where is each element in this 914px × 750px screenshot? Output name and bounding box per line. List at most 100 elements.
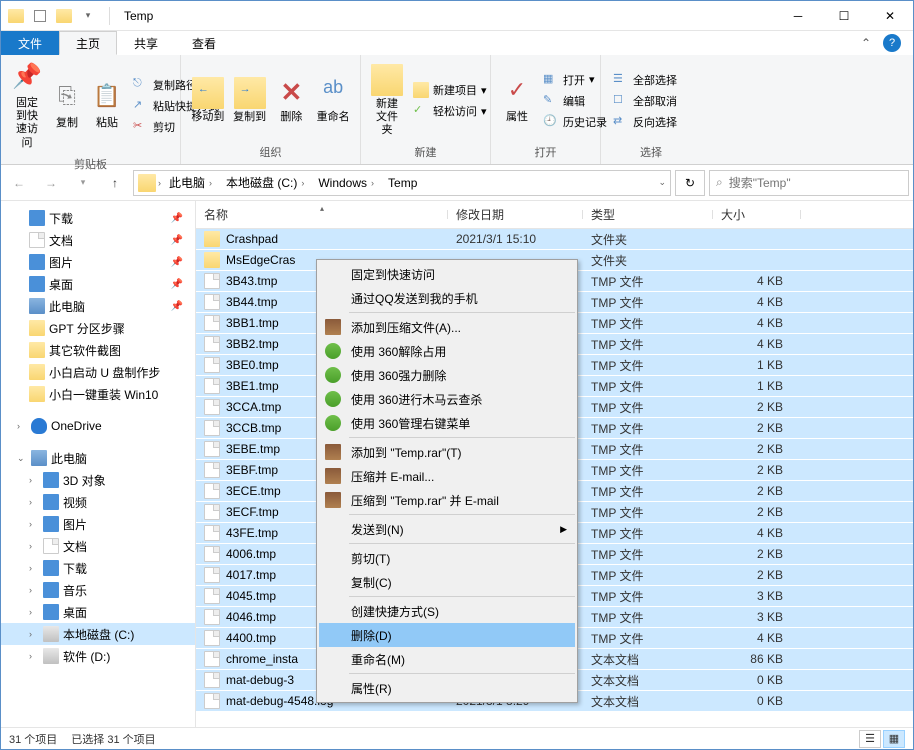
sidebar-item[interactable]: ›图片 — [1, 513, 195, 535]
sidebar-item-thispc[interactable]: ⌄此电脑 — [1, 447, 195, 469]
delete-button[interactable]: ✕删除 — [273, 59, 311, 142]
breadcrumb-dropdown-icon[interactable]: ⌄ — [658, 177, 666, 188]
tab-home[interactable]: 主页 — [59, 31, 117, 55]
file-size: 2 KB — [713, 421, 801, 435]
context-menu-item[interactable]: 添加到压缩文件(A)... — [319, 315, 575, 339]
thumbnails-view-button[interactable]: ▦ — [883, 730, 905, 748]
search-box[interactable]: ⌕ — [709, 170, 909, 196]
refresh-button[interactable]: ↻ — [675, 170, 705, 196]
col-type[interactable]: 类型 — [583, 206, 713, 223]
nav-back-button[interactable]: ← — [5, 169, 33, 197]
copy-button[interactable]: ⎘复制 — [49, 59, 85, 154]
chevron-right-icon[interactable]: › — [29, 475, 39, 485]
context-menu-item[interactable]: 剪切(T) — [319, 546, 575, 570]
sidebar-item[interactable]: 此电脑📌 — [1, 295, 195, 317]
maximize-button[interactable]: ☐ — [821, 1, 867, 31]
context-menu-item[interactable]: 创建快捷方式(S) — [319, 599, 575, 623]
qat-properties-icon[interactable] — [29, 5, 51, 27]
file-type: 文本文档 — [583, 693, 713, 710]
chevron-right-icon[interactable]: › — [29, 519, 39, 529]
rename-button[interactable]: ab重命名 — [314, 59, 352, 142]
context-menu-item[interactable]: 使用 360管理右键菜单 — [319, 411, 575, 435]
select-all-button[interactable]: ☰全部选择 — [609, 70, 681, 90]
context-menu-item[interactable]: 发送到(N) ▶ — [319, 517, 575, 541]
copy-to-button[interactable]: →复制到 — [231, 59, 269, 142]
tab-view[interactable]: 查看 — [175, 31, 233, 55]
close-button[interactable]: ✕ — [867, 1, 913, 31]
chevron-right-icon[interactable]: › — [17, 421, 27, 431]
tab-share[interactable]: 共享 — [117, 31, 175, 55]
chevron-right-icon[interactable]: › — [158, 178, 161, 188]
context-menu-item[interactable]: 删除(D) — [319, 623, 575, 647]
context-menu-item[interactable]: 添加到 "Temp.rar"(T) — [319, 440, 575, 464]
context-menu-item[interactable]: 压缩并 E-mail... — [319, 464, 575, 488]
context-menu-item[interactable]: 固定到快速访问 — [319, 262, 575, 286]
nav-forward-button[interactable]: → — [37, 169, 65, 197]
nav-recent-dropdown[interactable]: ▾ — [69, 169, 97, 197]
sidebar-item[interactable]: 下载📌 — [1, 207, 195, 229]
sidebar-item[interactable]: 小白一键重装 Win10 — [1, 383, 195, 405]
sidebar-item[interactable]: ›视频 — [1, 491, 195, 513]
details-view-button[interactable]: ☰ — [859, 730, 881, 748]
context-menu-item[interactable]: 复制(C) — [319, 570, 575, 594]
chevron-right-icon[interactable]: › — [29, 651, 39, 661]
sidebar-item[interactable]: 其它软件截图 — [1, 339, 195, 361]
col-name[interactable]: 名称▴ — [196, 206, 448, 223]
qat-newfolder-icon[interactable] — [53, 5, 75, 27]
sidebar-item[interactable]: ›桌面 — [1, 601, 195, 623]
sidebar-item[interactable]: 图片📌 — [1, 251, 195, 273]
sidebar-item[interactable]: 文档📌 — [1, 229, 195, 251]
sidebar-item[interactable]: ›本地磁盘 (C:) — [1, 623, 195, 645]
properties-button[interactable]: ✓属性 — [499, 59, 535, 142]
breadcrumb-seg[interactable]: 本地磁盘 (C:)› — [220, 174, 310, 191]
tab-file[interactable]: 文件 — [1, 31, 59, 55]
context-menu-item[interactable]: 使用 360进行木马云查杀 — [319, 387, 575, 411]
sidebar-item[interactable]: ›下载 — [1, 557, 195, 579]
context-menu-item[interactable]: 使用 360解除占用 — [319, 339, 575, 363]
nav-up-button[interactable]: ↑ — [101, 169, 129, 197]
breadcrumb-seg[interactable]: 此电脑› — [163, 174, 218, 191]
sidebar-item[interactable]: ›音乐 — [1, 579, 195, 601]
sidebar-item[interactable]: ›文档 — [1, 535, 195, 557]
sidebar-item[interactable]: ›软件 (D:) — [1, 645, 195, 667]
tree-icon — [29, 298, 45, 314]
easy-access-button[interactable]: ✓轻松访问 ▾ — [409, 101, 491, 121]
sidebar-item[interactable]: 小白启动 U 盘制作步 — [1, 361, 195, 383]
breadcrumb-seg[interactable]: Windows› — [312, 176, 380, 190]
col-size[interactable]: 大小 — [713, 206, 801, 223]
help-icon[interactable]: ? — [883, 34, 901, 52]
new-item-button[interactable]: 新建项目 ▾ — [409, 80, 491, 100]
chevron-right-icon[interactable]: › — [29, 607, 39, 617]
sidebar-item[interactable]: 桌面📌 — [1, 273, 195, 295]
file-type: TMP 文件 — [583, 420, 713, 437]
context-menu-item[interactable]: 压缩到 "Temp.rar" 并 E-mail — [319, 488, 575, 512]
breadcrumb-seg[interactable]: Temp — [382, 176, 423, 190]
pin-quick-access-button[interactable]: 📌固定到快速访问 — [9, 59, 45, 154]
context-menu-item[interactable]: 重命名(M) — [319, 647, 575, 671]
chevron-right-icon[interactable]: › — [29, 563, 39, 573]
context-menu-item[interactable]: 属性(R) — [319, 676, 575, 700]
search-input[interactable] — [729, 176, 902, 190]
col-date[interactable]: 修改日期 — [448, 206, 583, 223]
chevron-down-icon[interactable]: ⌄ — [17, 453, 27, 464]
collapse-ribbon-icon[interactable]: ⌃ — [861, 36, 871, 50]
breadcrumb[interactable]: › 此电脑› 本地磁盘 (C:)› Windows› Temp ⌄ — [133, 170, 671, 196]
qat-dropdown-icon[interactable]: ▾ — [77, 5, 99, 27]
file-row[interactable]: Crashpad 2021/3/1 15:10 文件夹 — [196, 229, 913, 250]
move-to-button[interactable]: ←移动到 — [189, 59, 227, 142]
sidebar-item[interactable]: GPT 分区步骤 — [1, 317, 195, 339]
chevron-right-icon[interactable]: › — [29, 497, 39, 507]
context-menu-item[interactable]: 通过QQ发送到我的手机 — [319, 286, 575, 310]
minimize-button[interactable]: ─ — [775, 1, 821, 31]
invert-selection-button[interactable]: ⇄反向选择 — [609, 112, 681, 132]
select-none-button[interactable]: ☐全部取消 — [609, 91, 681, 111]
context-menu-item[interactable]: 使用 360强力删除 — [319, 363, 575, 387]
paste-button[interactable]: 📋粘贴 — [89, 59, 125, 154]
sidebar-item-onedrive[interactable]: ›OneDrive — [1, 415, 195, 437]
chevron-right-icon[interactable]: › — [29, 585, 39, 595]
chevron-right-icon[interactable]: › — [29, 541, 39, 551]
sidebar-item[interactable]: ›3D 对象 — [1, 469, 195, 491]
chevron-right-icon[interactable]: › — [29, 629, 39, 639]
tree-icon — [29, 386, 45, 402]
new-folder-button[interactable]: 新建文件夹 — [369, 59, 405, 142]
